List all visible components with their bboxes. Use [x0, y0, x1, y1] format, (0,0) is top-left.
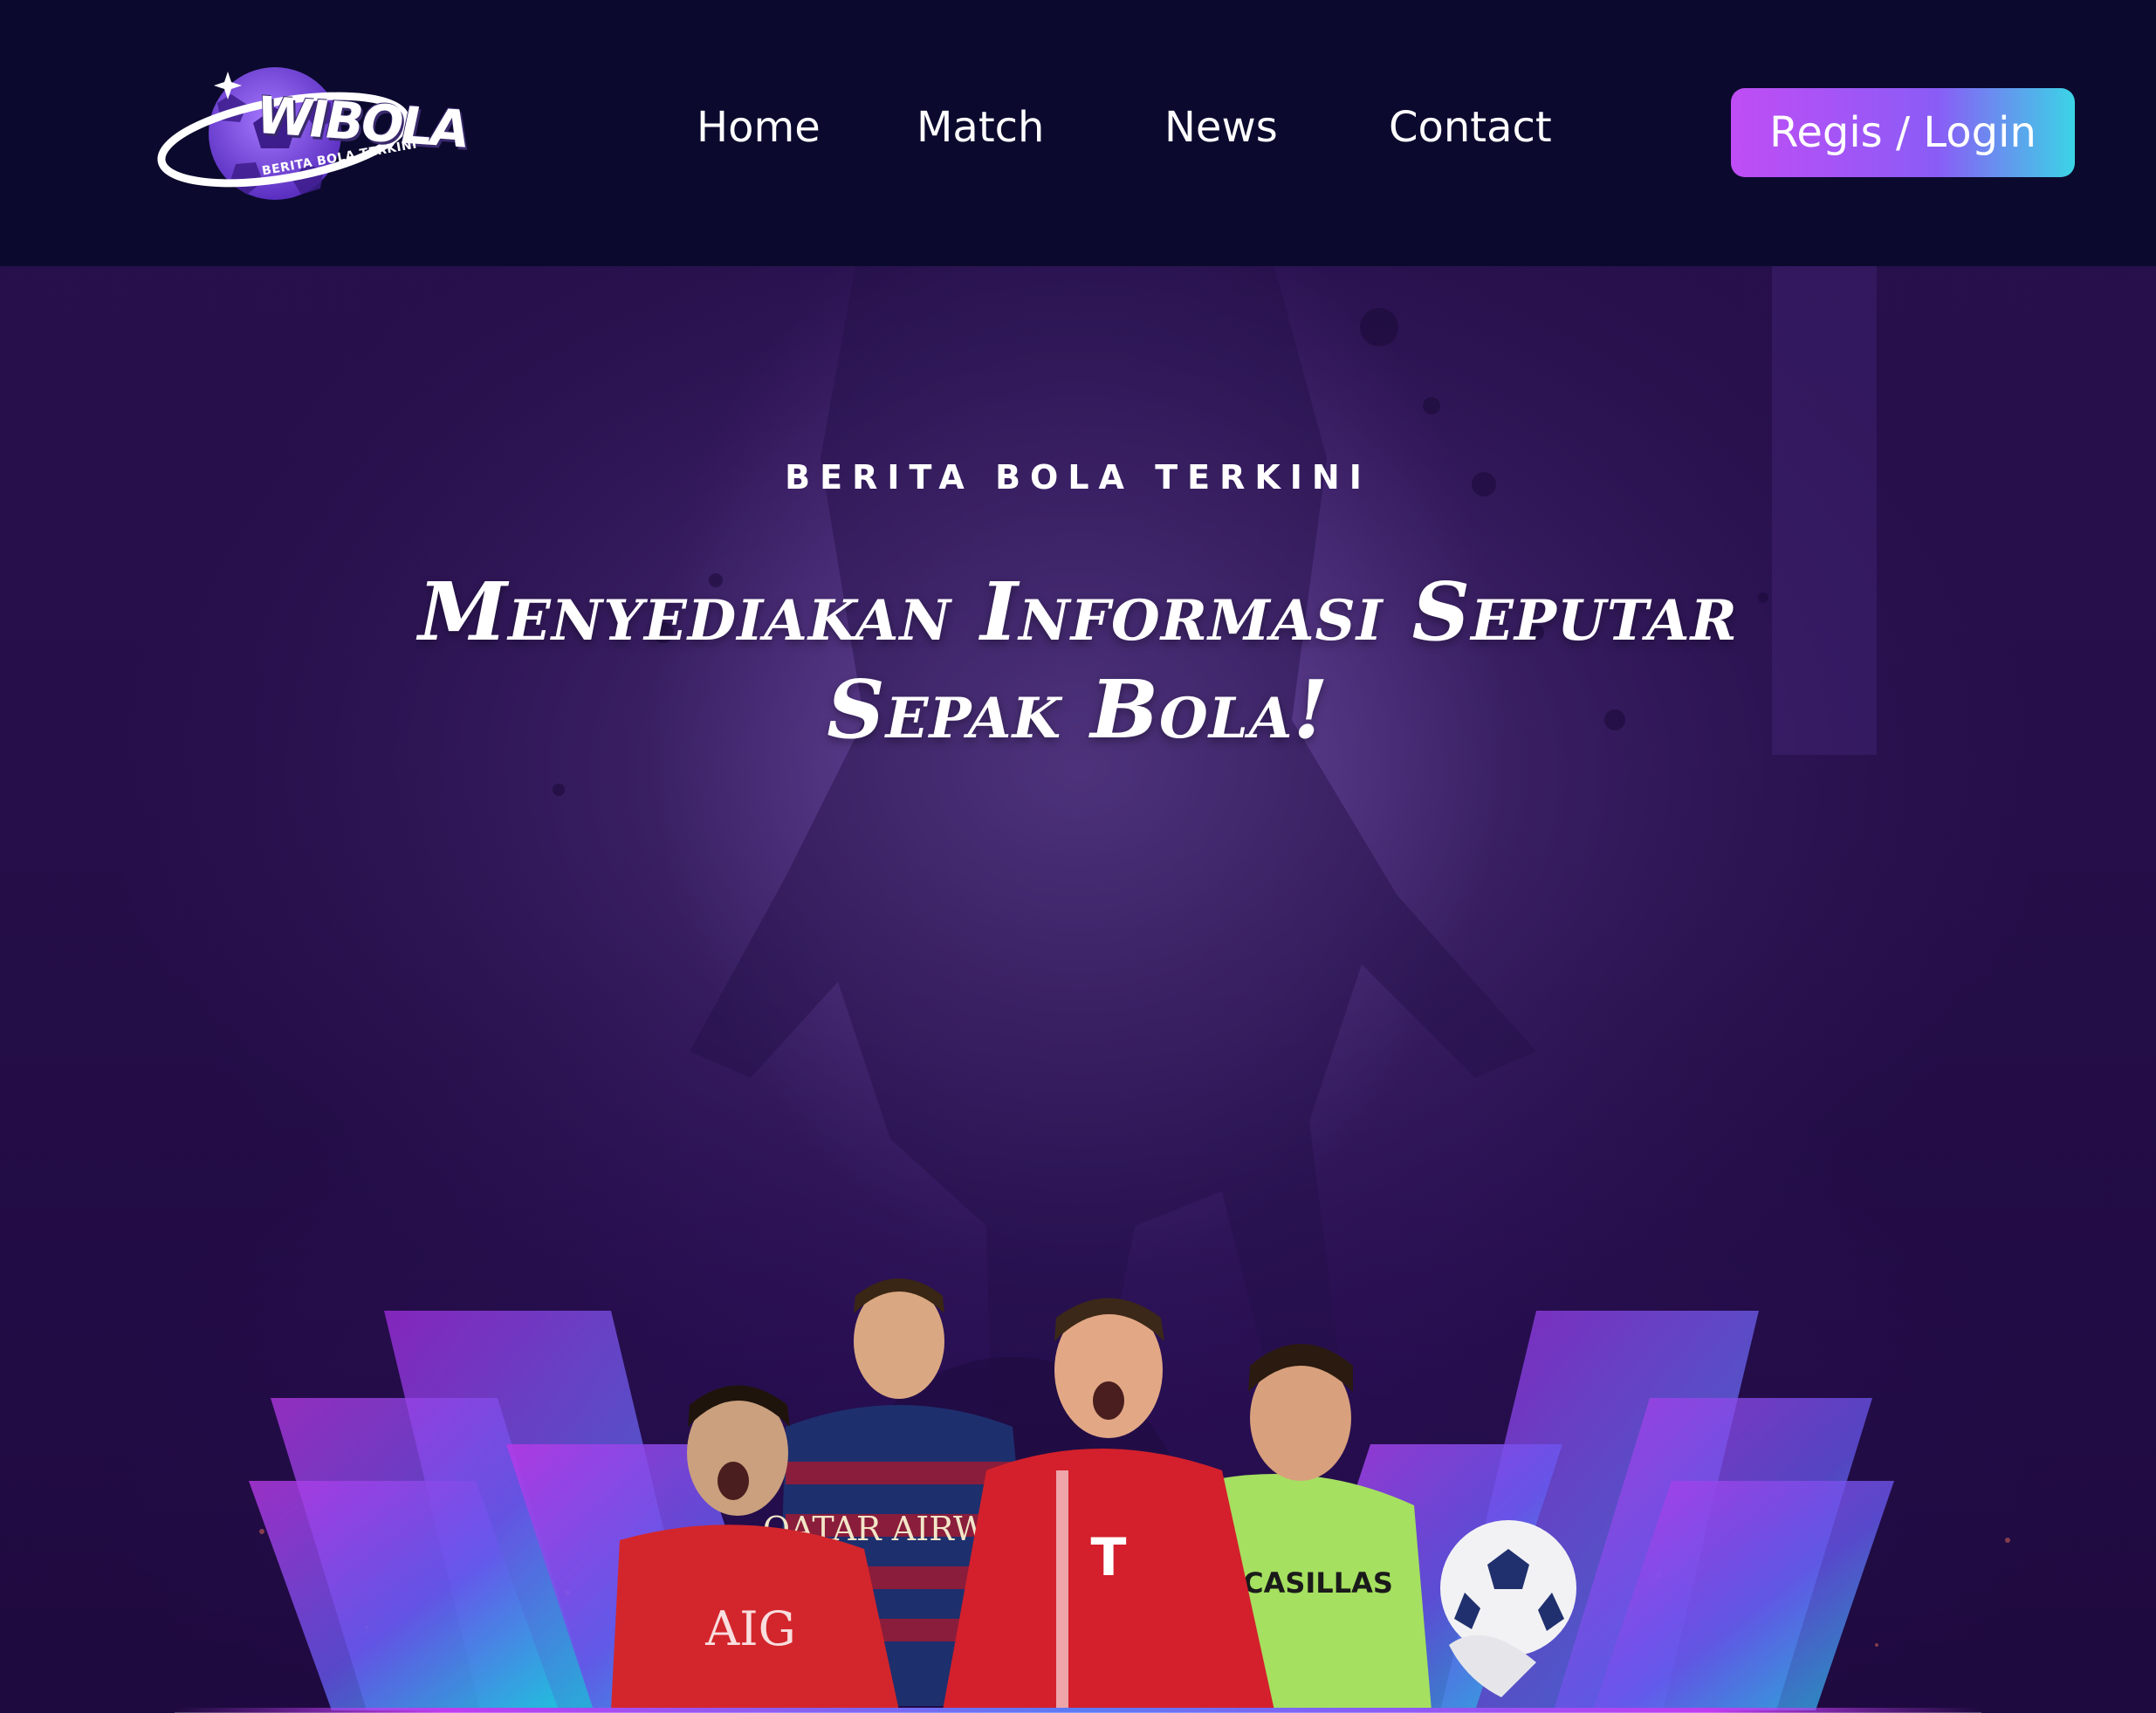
nav-item-match[interactable]: Match: [917, 103, 1044, 152]
wibola-logo[interactable]: WIBOLA BERITA BOLA TERKINI: [153, 59, 473, 208]
nav-item-news[interactable]: News: [1164, 103, 1278, 152]
svg-text:T: T: [1091, 1527, 1127, 1588]
players-banner: QATAR AIRWAYS CASILLAS T AIG: [175, 1017, 1981, 1713]
hero-headline: Menyediakan Informasi Seputar Sepak Bola…: [336, 563, 1820, 758]
register-login-button[interactable]: Regis / Login: [1731, 88, 2075, 177]
player-1-shirt-text: AIG: [704, 1601, 795, 1656]
player-4-shirt-text: CASILLAS: [1243, 1566, 1393, 1600]
player-3-figure: T: [943, 1298, 1274, 1710]
top-navigation-bar: WIBOLA BERITA BOLA TERKINI Home Match Ne…: [0, 0, 2156, 266]
hero-headline-line-1: Menyediakan Informasi Seputar: [418, 565, 1738, 659]
hero-headline-line-2: Sepak Bola!: [827, 662, 1329, 757]
nav-item-home[interactable]: Home: [697, 103, 821, 152]
hero-section: BERITA BOLA TERKINI Menyediakan Informas…: [0, 266, 2156, 1713]
nav-item-contact[interactable]: Contact: [1389, 103, 1552, 152]
hero-subtitle: BERITA BOLA TERKINI: [785, 458, 1371, 497]
